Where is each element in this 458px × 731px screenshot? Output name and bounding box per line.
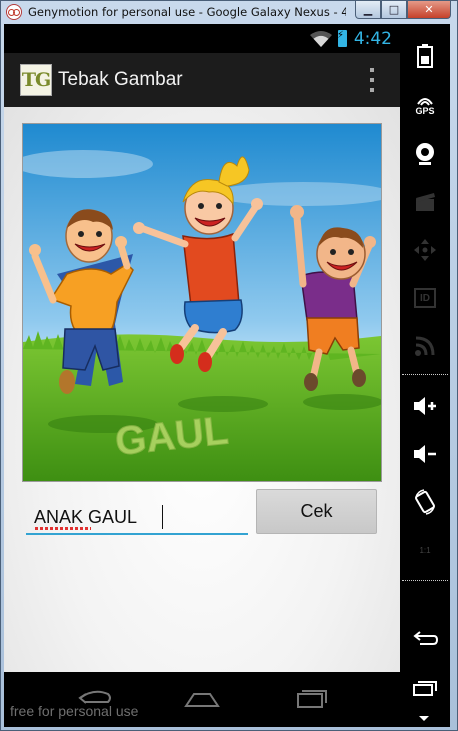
- app-logo-icon[interactable]: TG: [20, 64, 52, 96]
- overflow-menu-icon[interactable]: [370, 68, 374, 92]
- clapperboard-icon: [416, 193, 435, 211]
- android-recents-button[interactable]: [400, 668, 450, 708]
- kids-jumping-illustration: GAUL: [23, 124, 381, 481]
- back-arrow-icon: [413, 631, 438, 645]
- rotate-screen-button[interactable]: [400, 482, 450, 522]
- genymotion-sidebar: GPS ID 1:1: [400, 24, 450, 727]
- id-card-icon: ID: [414, 288, 436, 308]
- sidebar-divider: [402, 580, 448, 581]
- status-clock: 4:42: [353, 28, 392, 49]
- main-content: GAUL ANAK GAUL Cek: [4, 107, 400, 672]
- volume-down-icon: [414, 445, 436, 463]
- device-id-widget-button: ID: [400, 278, 450, 318]
- gps-widget-button[interactable]: GPS: [400, 86, 450, 126]
- battery-widget-button[interactable]: [400, 36, 450, 76]
- rss-widget-button: [400, 326, 450, 366]
- sidebar-expand-icon[interactable]: [419, 716, 429, 721]
- text-caret: [162, 505, 163, 529]
- watermark-text: free for personal use: [10, 703, 139, 719]
- home-icon[interactable]: [182, 686, 222, 710]
- battery-charging-icon: [337, 30, 347, 47]
- sidebar-divider: [402, 374, 448, 375]
- android-back-button[interactable]: [400, 618, 450, 658]
- wifi-icon: [309, 30, 332, 47]
- battery-icon: [417, 44, 433, 68]
- answer-field[interactable]: [26, 499, 248, 535]
- volume-up-icon: [414, 397, 436, 415]
- volume-down-button[interactable]: [400, 434, 450, 474]
- action-bar: TG Tebak Gambar: [4, 53, 400, 107]
- webcam-icon: [416, 143, 434, 165]
- camera-widget-button[interactable]: [400, 134, 450, 174]
- maximize-button[interactable]: □: [381, 1, 407, 19]
- spellcheck-underline: [35, 527, 91, 530]
- app-title: Tebak Gambar: [58, 69, 183, 90]
- gps-signal-icon: [417, 98, 433, 106]
- volume-up-button[interactable]: [400, 386, 450, 426]
- screencast-widget-button: [400, 182, 450, 222]
- window-titlebar[interactable]: Genymotion for personal use - Google Gal…: [1, 1, 457, 23]
- window-controls: ▁ □ ✕: [355, 1, 451, 19]
- dpad-icon: [414, 239, 436, 261]
- ratio-label: 1:1: [419, 545, 431, 555]
- gps-label: GPS: [415, 106, 435, 116]
- recent-apps-sidebar-icon: [413, 681, 437, 696]
- pixel-perfect-button: 1:1: [400, 530, 450, 570]
- status-bar: 4:42: [4, 24, 400, 53]
- minimize-button[interactable]: ▁: [355, 1, 381, 19]
- window-title: Genymotion for personal use - Google Gal…: [28, 5, 346, 19]
- recent-apps-icon[interactable]: [292, 686, 332, 710]
- android-screen: 4:42 TG Tebak Gambar: [4, 24, 400, 727]
- rotate-icon: [415, 489, 435, 515]
- close-button[interactable]: ✕: [407, 1, 451, 19]
- remote-control-widget-button: [400, 230, 450, 270]
- rss-icon: [415, 336, 435, 356]
- genymotion-logo-icon: [6, 4, 22, 20]
- check-answer-button[interactable]: Cek: [256, 489, 377, 534]
- puzzle-picture: GAUL: [22, 123, 382, 482]
